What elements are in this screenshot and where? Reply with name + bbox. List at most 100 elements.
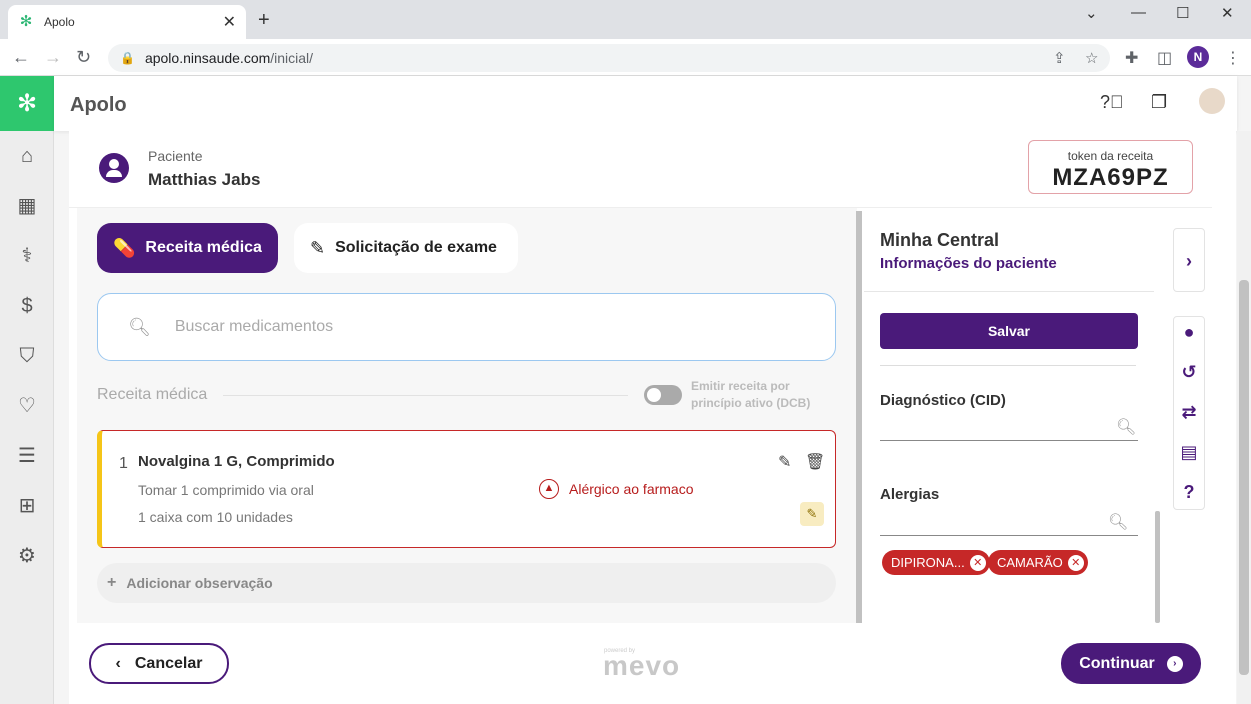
maximize-icon[interactable]: ☐ xyxy=(1176,4,1189,22)
extensions-icon[interactable]: ✚ xyxy=(1125,48,1138,68)
panel-scrollbar[interactable] xyxy=(1155,511,1160,623)
app-sidebar xyxy=(0,76,54,704)
chevron-left-icon: ‹ xyxy=(115,654,121,672)
patient-name: Matthias Jabs xyxy=(148,170,261,189)
patient-label: Paciente xyxy=(148,148,203,164)
forward-icon[interactable]: → xyxy=(44,47,62,68)
tab-prescription[interactable]: 💊 Receita médica xyxy=(97,223,278,273)
side-panel-icon[interactable]: ◫ xyxy=(1157,48,1172,68)
help-icon[interactable]: ?⃝ xyxy=(1100,92,1124,113)
medication-name: Novalgina 1 G, Comprimido xyxy=(138,453,335,470)
lock-icon: 🔒 xyxy=(120,51,135,65)
heart-pulse-icon[interactable]: ♡ xyxy=(15,394,39,418)
diagnosis-label: Diagnóstico (CID) xyxy=(880,392,1006,409)
allergy-chip-label: DIPIRONA... xyxy=(891,555,965,570)
prescription-modal: Paciente Matthias Jabs token da receita … xyxy=(69,131,1236,704)
patient-info-panel: Minha Central Informações do paciente Sa… xyxy=(864,208,1154,623)
mevo-logo: mevo xyxy=(603,650,681,681)
browser-menu-icon[interactable]: ⋮ xyxy=(1225,48,1241,68)
add-observation-label: Adicionar observação xyxy=(126,575,273,591)
swap-icon[interactable]: ⇄ xyxy=(1176,399,1202,425)
pills-icon: 💊 xyxy=(113,237,136,258)
app-header: Apolo ?⃝ ❐ xyxy=(54,76,1237,131)
cancel-label: Cancelar xyxy=(134,654,203,672)
grid-icon[interactable]: ⊞ xyxy=(15,494,39,518)
token-value: MZA69PZ xyxy=(1052,164,1169,191)
settings-gear-icon[interactable]: ⚙ xyxy=(15,544,39,568)
medication-card: 1 Novalgina 1 G, Comprimido Tomar 1 comp… xyxy=(97,430,836,548)
address-bar[interactable]: 🔒 apolo.ninsaude.com/inicial/ ⇪ ☆ xyxy=(108,44,1110,72)
continue-label: Continuar xyxy=(1079,654,1155,672)
medication-dosage: Tomar 1 comprimido via oral xyxy=(138,482,314,498)
share-icon[interactable]: ⇪ xyxy=(1053,49,1066,67)
tab-exam-label: Solicitação de exame xyxy=(335,239,497,256)
token-label: token da receita xyxy=(1067,149,1154,163)
prescription-token: token da receita MZA69PZ xyxy=(1028,140,1193,194)
app-logo-icon[interactable]: ✻ xyxy=(0,76,54,131)
pane-scrollbar[interactable] xyxy=(856,211,862,623)
save-button[interactable]: Salvar xyxy=(880,313,1138,349)
search-icon: 🔍︎ xyxy=(128,316,151,337)
section-divider xyxy=(223,395,628,396)
calendar-icon[interactable]: ▦ xyxy=(15,194,39,218)
continue-button[interactable]: Continuar › xyxy=(1061,643,1201,684)
remove-chip-icon[interactable]: ✕ xyxy=(969,554,986,571)
injectable-badge-icon[interactable]: ✎ xyxy=(800,502,824,526)
allergy-warning-text: Alérgico ao farmaco xyxy=(569,481,694,497)
patient-icon xyxy=(99,153,129,183)
browser-toolbar: ← → ↻ 🔒 apolo.ninsaude.com/inicial/ ⇪ ☆ … xyxy=(0,39,1251,76)
prescription-section-title: Receita médica xyxy=(97,386,208,403)
medication-quantity: 1 caixa com 10 unidades xyxy=(138,509,293,525)
syringe-icon: ✎ xyxy=(310,237,326,258)
prescription-pane: 💊 Receita médica ✎ Solicitação de exame … xyxy=(77,208,857,623)
patient-profile-icon[interactable]: ● xyxy=(1176,319,1202,345)
tab-exam-request[interactable]: ✎ Solicitação de exame xyxy=(294,223,518,273)
reload-icon[interactable]: ↻ xyxy=(76,47,91,68)
dcb-toggle[interactable] xyxy=(644,385,682,405)
diagnosis-search-icon[interactable]: 🔍︎ xyxy=(1116,417,1136,437)
stethoscope-icon[interactable]: ⚕ xyxy=(15,244,39,268)
panel-divider xyxy=(880,365,1136,366)
edit-pencil-icon[interactable]: ✎ xyxy=(778,452,791,472)
medication-number: 1 xyxy=(119,455,128,472)
page-scrollbar-thumb[interactable] xyxy=(1239,280,1249,675)
reports-icon[interactable]: ☰ xyxy=(15,444,39,468)
app-title: Apolo xyxy=(70,94,127,116)
user-avatar[interactable] xyxy=(1199,88,1225,114)
minimize-icon[interactable]: — xyxy=(1131,4,1146,21)
patient-bar: Paciente Matthias Jabs token da receita … xyxy=(69,131,1212,208)
panel-subtitle: Informações do paciente xyxy=(880,255,1057,272)
profile-avatar[interactable]: N xyxy=(1187,46,1209,68)
close-window-icon[interactable]: ✕ xyxy=(1221,4,1234,22)
modal-footer: ‹ Cancelar powered by mevo Continuar › xyxy=(69,623,1212,704)
url-path: /inicial/ xyxy=(270,50,314,66)
cancel-button[interactable]: ‹ Cancelar xyxy=(89,643,229,684)
app-favicon-icon: ✻ xyxy=(19,13,33,30)
help-circle-icon[interactable]: ? xyxy=(1176,479,1202,505)
browser-tabbar: ✻ Apolo ✕ + ⌄ — ☐ ✕ xyxy=(0,0,1251,39)
shopping-bag-icon[interactable]: ⛉ xyxy=(15,344,39,368)
finance-icon[interactable]: $ xyxy=(15,294,39,318)
allergy-chip: CAMARÃO ✕ xyxy=(988,550,1088,575)
history-icon[interactable]: ↺ xyxy=(1176,359,1202,385)
chat-icon[interactable]: ❐ xyxy=(1151,92,1167,113)
home-icon[interactable]: ⌂ xyxy=(15,144,39,168)
tab-search-icon[interactable]: ⌄ xyxy=(1085,4,1098,22)
tab-title: Apolo xyxy=(44,15,75,29)
back-icon[interactable]: ← xyxy=(12,47,30,68)
expand-panel-button[interactable]: › xyxy=(1173,228,1205,292)
medication-search-input[interactable] xyxy=(174,318,775,336)
new-tab-icon[interactable]: + xyxy=(258,9,270,32)
allergies-search-icon[interactable]: 🔍︎ xyxy=(1108,512,1128,532)
remove-chip-icon[interactable]: ✕ xyxy=(1067,554,1084,571)
bookmark-star-icon[interactable]: ☆ xyxy=(1085,49,1098,67)
warning-icon: ▲ xyxy=(539,479,559,499)
browser-tab[interactable]: ✻ Apolo ✕ xyxy=(8,5,246,39)
diagnosis-field[interactable] xyxy=(880,440,1138,441)
add-observation-button[interactable]: + Adicionar observação xyxy=(97,563,836,603)
panel-divider xyxy=(864,291,1154,292)
document-icon[interactable]: ▤ xyxy=(1176,439,1202,465)
delete-trash-icon[interactable]: 🗑︎ xyxy=(805,452,825,472)
allergies-field[interactable] xyxy=(880,535,1138,536)
close-tab-icon[interactable]: ✕ xyxy=(223,12,236,32)
